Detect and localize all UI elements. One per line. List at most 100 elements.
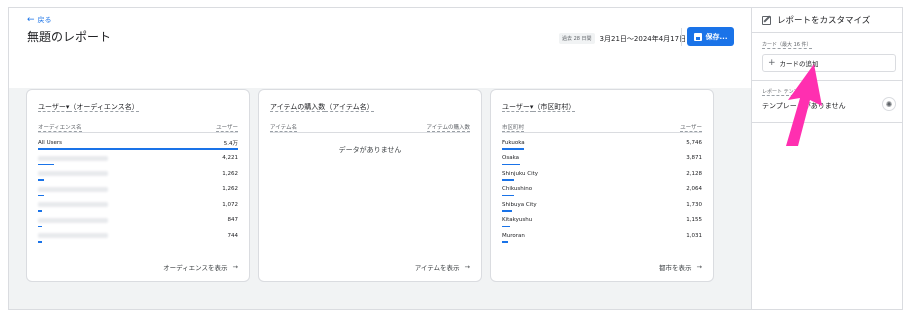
row-value: 3,871	[686, 155, 702, 162]
share-bar	[502, 210, 512, 212]
card-cities: ユーザー▾（市区町村） 市区町村 ユーザー Fukuoka 5,746 Osaka 3…	[490, 89, 714, 282]
share-bar	[38, 225, 42, 227]
table-row[interactable]: Chikushino 2,064	[502, 182, 702, 198]
panel-header: レポートをカスタマイズ	[762, 14, 870, 26]
metric-selector[interactable]: ユーザー▾	[502, 103, 534, 112]
card-title[interactable]: ユーザー▾（市区町村）	[502, 102, 576, 112]
back-link[interactable]: ← 戻る	[27, 15, 52, 25]
row-value: 2,128	[686, 170, 702, 177]
table-row[interactable]: Muroran 1,031	[502, 228, 702, 244]
footer-label: アイテムを表示	[414, 264, 460, 272]
table-row[interactable]: Osaka 3,871	[502, 151, 702, 167]
table-row[interactable]: Shinjuku City 2,128	[502, 166, 702, 182]
table-row[interactable]: 744	[38, 228, 238, 244]
column-header-metric: ユーザー	[216, 125, 238, 132]
table-row[interactable]: 4,221	[38, 151, 238, 167]
row-label: Fukuoka	[502, 139, 525, 146]
row-value: 744	[227, 232, 239, 239]
panel-title: レポートをカスタマイズ	[777, 16, 871, 26]
row-label: Shibuya City	[502, 201, 537, 208]
table-header: オーディエンス名 ユーザー	[38, 123, 238, 132]
table-row[interactable]: 1,262	[38, 182, 238, 198]
share-bar	[38, 210, 42, 212]
redacted-label	[38, 202, 108, 208]
row-value: 1,072	[222, 201, 238, 208]
card-title[interactable]: アイテムの購入数（アイテム名）	[270, 102, 374, 112]
table-header: 市区町村 ユーザー	[502, 123, 702, 132]
row-value: 4,221	[222, 155, 238, 162]
save-disk-icon	[693, 32, 702, 41]
row-label: Kitakyushu	[502, 217, 533, 224]
panel-divider	[752, 122, 902, 123]
redacted-label	[38, 186, 108, 192]
date-range-text: 3月21日～2024年4月17日	[599, 34, 687, 43]
share-bar	[502, 179, 514, 181]
table-row[interactable]: Shibuya City 1,730	[502, 197, 702, 213]
share-bar	[502, 163, 520, 165]
arrow-left-icon: ←	[27, 14, 35, 25]
table-row[interactable]: Kitakyushu 1,155	[502, 213, 702, 229]
empty-state: データがありません	[338, 146, 402, 154]
back-label: 戻る	[37, 16, 52, 24]
share-bar	[38, 148, 238, 150]
header-divider	[38, 132, 238, 133]
row-label: Osaka	[502, 155, 520, 162]
row-value: 5.4万	[223, 140, 238, 147]
row-value: 847	[227, 217, 239, 224]
card-audience: ユーザー▾（オーディエンス名） オーディエンス名 ユーザー All Users 5…	[26, 89, 250, 282]
share-bar	[502, 241, 508, 243]
arrow-right-icon: →	[696, 263, 702, 271]
dimension-label: （アイテム名）	[325, 103, 374, 112]
metric-selector[interactable]: ユーザー▾	[38, 103, 70, 112]
redacted-label	[38, 233, 108, 239]
card-title[interactable]: ユーザー▾（オーディエンス名）	[38, 102, 139, 112]
row-value: 1,262	[222, 170, 238, 177]
plus-icon: +	[768, 58, 776, 68]
view-items-link[interactable]: アイテムを表示 →	[415, 262, 470, 272]
redacted-label	[38, 155, 108, 161]
metric-label[interactable]: アイテムの購入数	[270, 103, 326, 112]
table-row[interactable]: 847	[38, 213, 238, 229]
row-value: 1,730	[686, 201, 702, 208]
sparkle-icon[interactable]: ✺	[882, 97, 896, 111]
row-value: 1,031	[686, 232, 702, 239]
table-row[interactable]: Fukuoka 5,746	[502, 135, 702, 151]
row-value: 1,155	[686, 217, 702, 224]
table-header: アイテム名 アイテムの購入数	[270, 123, 470, 132]
row-value: 2,064	[686, 186, 702, 193]
arrow-right-icon: →	[464, 263, 470, 271]
no-templates-text: テンプレートがありません	[762, 102, 846, 110]
column-header-dimension: オーディエンス名	[38, 125, 82, 132]
redacted-label	[38, 171, 108, 177]
page-title: 無題のレポート	[27, 30, 112, 44]
row-label: Shinjuku City	[502, 170, 539, 177]
add-card-button[interactable]: + カードの追加	[762, 54, 896, 72]
templates-label: レポート テンプレート	[762, 89, 814, 96]
row-label: All Users	[38, 139, 62, 146]
card-items: アイテムの購入数（アイテム名） アイテム名 アイテムの購入数 データがありません…	[258, 89, 482, 282]
add-card-label: カードの追加	[779, 60, 819, 68]
table-body: All Users 5.4万 4,221 1,262 1,262 1,072 847 744	[38, 135, 238, 244]
date-range-picker[interactable]: 過去 28 日間 3月21日～2024年4月17日	[559, 33, 686, 44]
row-label: Chikushino	[502, 186, 533, 193]
table-row[interactable]: 1,262	[38, 166, 238, 182]
share-bar	[38, 241, 42, 243]
table-row[interactable]: 1,072	[38, 197, 238, 213]
column-header-dimension: 市区町村	[502, 125, 525, 132]
table-body: Fukuoka 5,746 Osaka 3,871 Shinjuku City 2,128…	[502, 135, 702, 244]
header-divider	[681, 28, 682, 46]
column-header-metric: ユーザー	[680, 125, 702, 132]
view-audiences-link[interactable]: オーディエンスを表示 →	[163, 262, 238, 272]
share-bar	[38, 163, 54, 165]
column-header-metric: アイテムの購入数	[426, 125, 470, 132]
share-bar	[502, 148, 524, 150]
footer-label: オーディエンスを表示	[163, 264, 228, 272]
view-cities-link[interactable]: 都市を表示 →	[659, 262, 702, 272]
panel-divider	[752, 80, 902, 81]
dimension-label: （オーディエンス名）	[69, 103, 139, 112]
report-frame: ← 戻る 無題のレポート 過去 28 日間 3月21日～2024年4月17日 保…	[8, 7, 903, 310]
save-button[interactable]: 保存...	[687, 27, 734, 46]
table-row[interactable]: All Users 5.4万	[38, 135, 238, 151]
arrow-right-icon: →	[232, 263, 238, 271]
header-divider	[502, 132, 702, 133]
